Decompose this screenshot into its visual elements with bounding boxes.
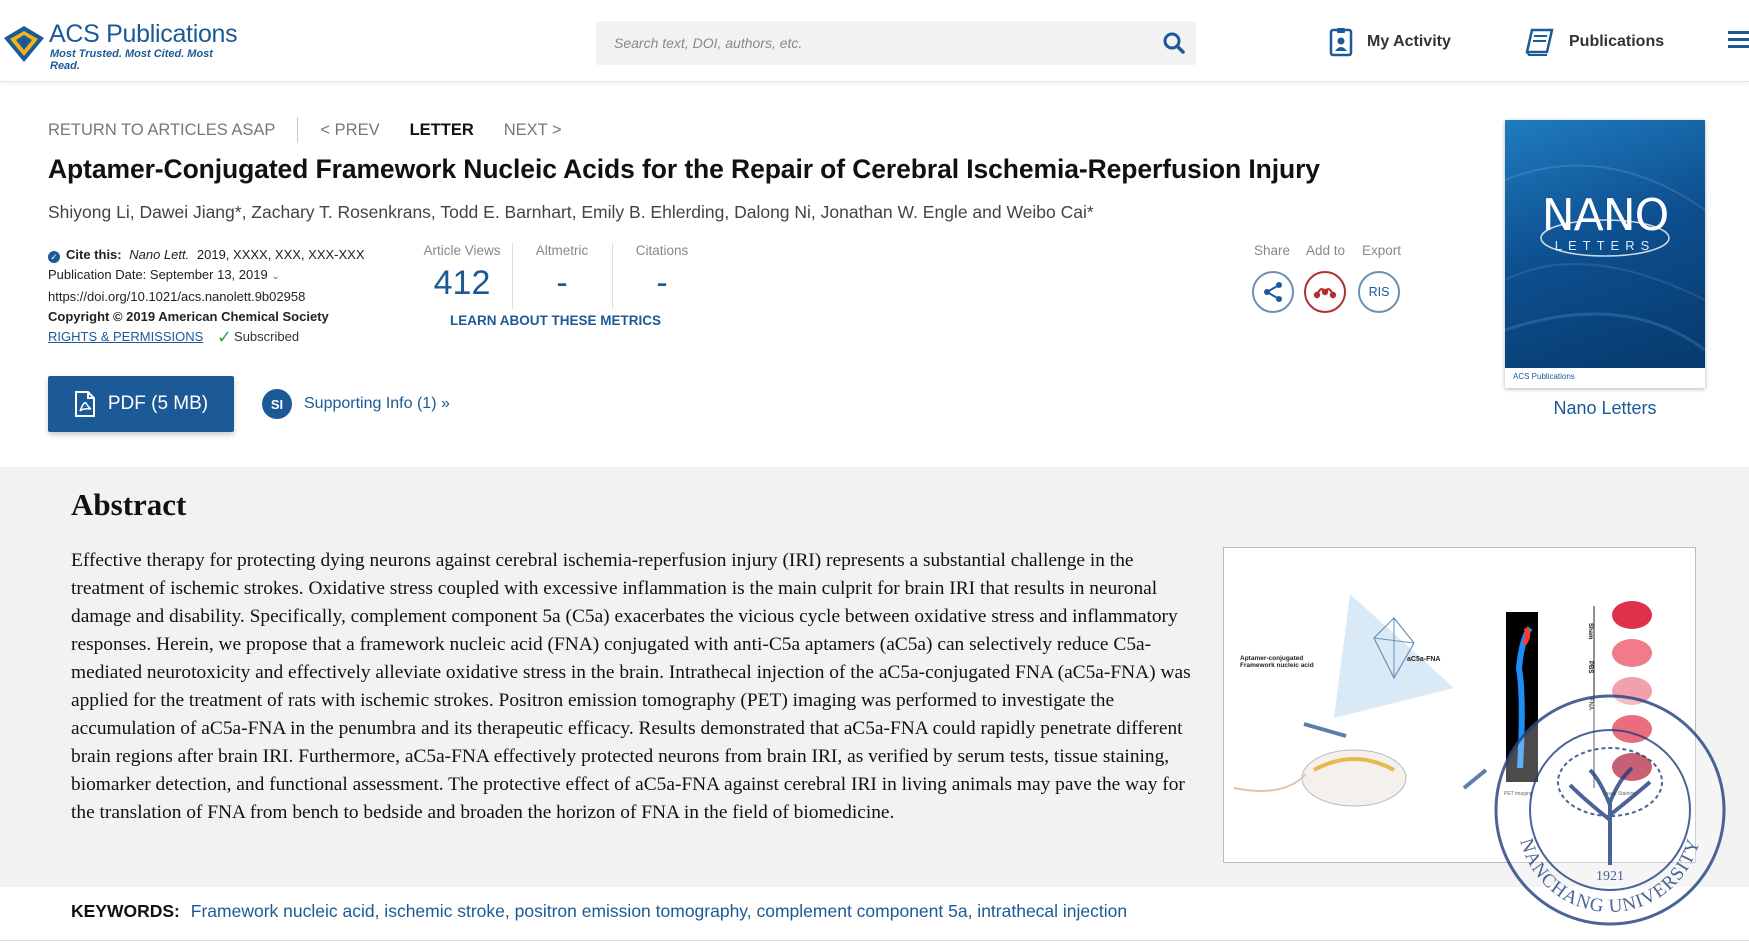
export-label: Export <box>1362 243 1402 258</box>
share-icon <box>1264 282 1282 302</box>
hamburger-icon <box>1728 31 1749 48</box>
search-input[interactable] <box>596 21 1136 65</box>
menu-button[interactable] <box>1728 28 1749 50</box>
publication-date-row[interactable]: Publication Date: September 13, 2019 ⌄ <box>48 265 408 287</box>
article-actions: Share Add to Export RIS <box>1252 243 1412 319</box>
subscribed-label: Subscribed <box>234 329 300 344</box>
logo-name: ACS Publications <box>49 20 238 48</box>
activity-icon <box>1329 28 1353 57</box>
citations-value: - <box>656 264 668 302</box>
nav-divider <box>297 117 299 143</box>
return-to-asap-link[interactable]: RETURN TO ARTICLES ASAP <box>48 121 275 140</box>
logo-tagline: Most Trusted. Most Cited. Most Read. <box>50 48 213 72</box>
abstract-heading: Abstract <box>71 487 187 522</box>
footer-divider <box>0 940 1749 941</box>
supporting-info-link[interactable]: SI Supporting Info (1) » <box>262 389 450 419</box>
acs-logo-icon <box>4 26 44 62</box>
views-label: Article Views <box>423 243 501 258</box>
pdf-download-button[interactable]: PDF (5 MB) <box>48 376 234 432</box>
abstract-text: Effective therapy for protecting dying n… <box>71 550 1191 823</box>
pdf-icon <box>74 391 95 417</box>
publications-icon <box>1525 28 1554 56</box>
my-activity-link[interactable]: My Activity <box>1329 24 1451 60</box>
search-box <box>596 21 1196 65</box>
article-type: LETTER <box>409 120 474 139</box>
supporting-info-label: Supporting Info (1) » <box>304 395 450 412</box>
article-metrics: Article Views 412 Altmetric - Citations … <box>412 243 712 333</box>
toc-sham-label: Sham <box>1587 623 1593 639</box>
keywords-list[interactable]: Framework nucleic acid, ischemic stroke,… <box>191 901 1127 921</box>
cite-reference: 2019, XXXX, XXX, XXX-XXX <box>196 247 365 262</box>
prev-link[interactable]: < PREV <box>320 121 379 140</box>
cover-subtitle: LETTERS <box>1554 238 1656 253</box>
pdf-button-label: PDF (5 MB) <box>107 393 209 414</box>
search-button[interactable] <box>1160 29 1188 57</box>
article-title: Aptamer-Conjugated Framework Nucleic Aci… <box>48 154 1320 184</box>
cover-footer: ACS Publications <box>1505 368 1705 388</box>
views-metric: Article Views 412 <box>412 243 512 303</box>
altmetric-metric[interactable]: Altmetric - <box>512 243 612 303</box>
citations-label: Citations <box>635 243 689 258</box>
top-bar: ACS Publications Most Trusted. Most Cite… <box>0 0 1749 82</box>
toc-construct-label-1: Aptamer-conjugated <box>1240 655 1303 662</box>
university-seal-watermark: 1921 NANCHANG UNIVERSITY <box>1494 694 1726 926</box>
learn-metrics-link[interactable]: LEARN ABOUT THESE METRICS <box>450 313 661 328</box>
chevron-down-icon: ⌄ <box>271 271 280 282</box>
mendeley-icon <box>1313 288 1337 299</box>
add-to-label: Add to <box>1306 243 1346 258</box>
views-value: 412 <box>433 264 491 302</box>
next-link[interactable]: NEXT > <box>504 121 562 140</box>
checkmark-icon: ✓ <box>216 327 233 347</box>
export-ris-button[interactable]: RIS <box>1358 271 1400 313</box>
article-navigation: RETURN TO ARTICLES ASAP < PREV LETTER NE… <box>48 117 562 143</box>
cover-title: NANO <box>1541 190 1670 241</box>
altmetric-value: - <box>556 264 568 302</box>
citations-metric[interactable]: Citations - <box>612 243 712 303</box>
journal-name-link[interactable]: Nano Letters <box>1505 398 1705 419</box>
toc-fna-label: aC5a-FNA <box>1407 656 1440 663</box>
publications-link[interactable]: Publications <box>1525 24 1664 60</box>
keywords-row: KEYWORDS: Framework nucleic acid, ischem… <box>71 901 1127 922</box>
keywords-label: KEYWORDS: <box>71 901 180 921</box>
acs-logo[interactable]: ACS Publications Most Trusted. Most Cite… <box>2 18 242 72</box>
toc-construct-label-2: Framework nucleic acid <box>1240 662 1314 669</box>
altmetric-label: Altmetric <box>535 243 589 258</box>
publications-label: Publications <box>1569 33 1665 50</box>
copyright: Copyright © 2019 American Chemical Socie… <box>48 309 329 324</box>
rights-permissions-link[interactable]: RIGHTS & PERMISSIONS <box>48 329 203 344</box>
cite-journal: Nano Lett. <box>129 247 190 262</box>
search-icon <box>1163 32 1185 54</box>
toc-pbs-label: PBS <box>1587 661 1593 673</box>
cite-this-row: ✓ Cite this: Nano Lett. 2019, XXXX, XXX, … <box>48 245 408 265</box>
cite-label[interactable]: Cite this: <box>66 247 122 262</box>
add-to-mendeley-button[interactable] <box>1304 271 1346 313</box>
share-button[interactable] <box>1252 271 1294 313</box>
my-activity-label: My Activity <box>1367 33 1451 50</box>
check-circle-icon: ✓ <box>48 251 60 263</box>
doi-link[interactable]: https://doi.org/10.1021/acs.nanolett.9b0… <box>48 287 408 307</box>
citation-info: ✓ Cite this: Nano Lett. 2019, XXXX, XXX, … <box>48 245 408 347</box>
cover-publisher: ACS Publications <box>1513 372 1575 381</box>
share-label: Share <box>1254 243 1291 258</box>
journal-cover[interactable]: NANO LETTERS ACS Publications <box>1505 120 1705 388</box>
publication-date: Publication Date: September 13, 2019 <box>48 267 268 282</box>
si-badge: SI <box>262 389 292 419</box>
seal-year: 1921 <box>1596 869 1624 884</box>
author-list[interactable]: Shiyong Li, Dawei Jiang*, Zachary T. Ros… <box>48 202 1094 223</box>
cover-texture <box>1505 164 1705 352</box>
subscribed-status: ✓ Subscribed <box>216 327 300 347</box>
